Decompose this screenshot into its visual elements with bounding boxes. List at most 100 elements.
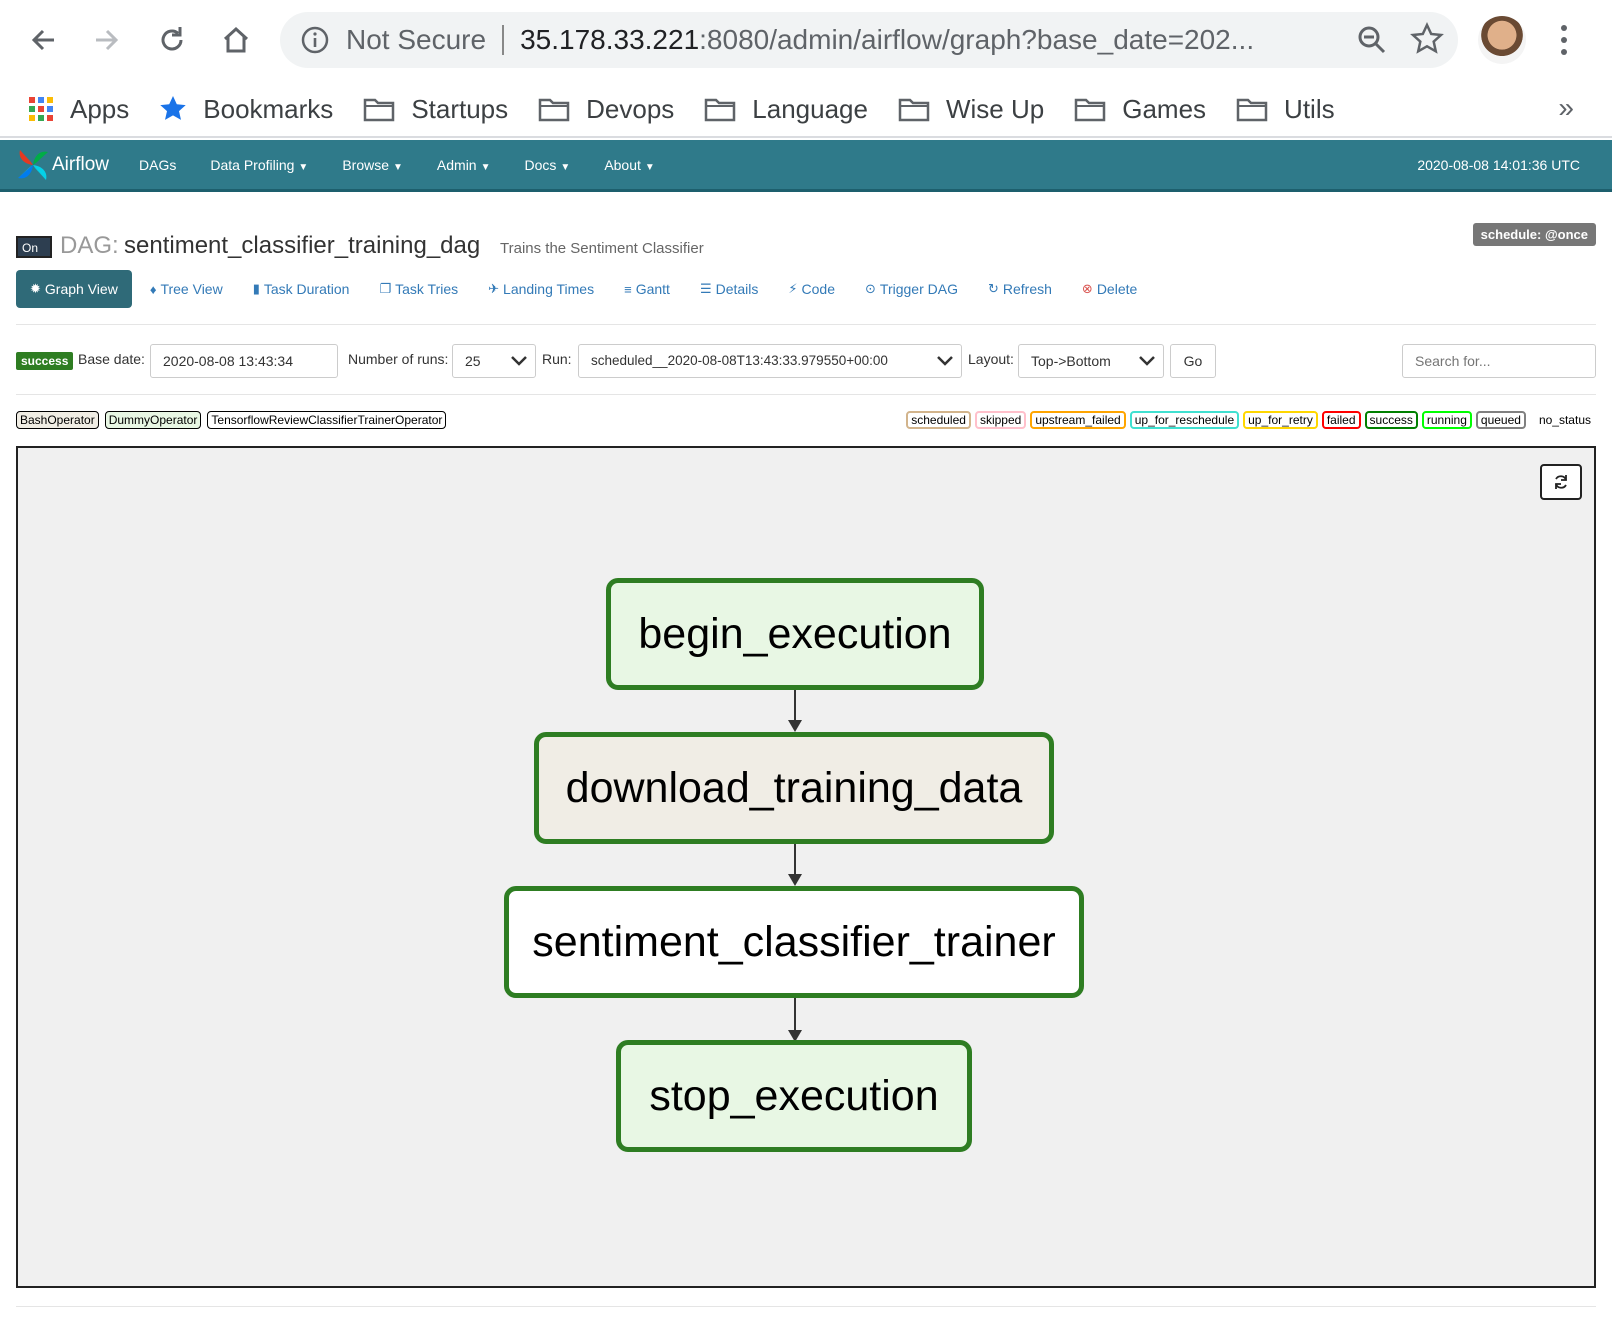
- tab-refresh[interactable]: ↻ Refresh: [988, 281, 1052, 297]
- tab-task-tries[interactable]: ❐ Task Tries: [379, 281, 458, 297]
- menu-admin[interactable]: Admin ▼: [437, 157, 491, 173]
- play-circle-icon: ⊙: [865, 281, 876, 296]
- flash-icon: ⚡: [788, 281, 798, 296]
- legend-state-queued[interactable]: queued: [1475, 411, 1526, 429]
- dag-graph-canvas[interactable]: begin_execution download_training_data s…: [16, 446, 1596, 1288]
- tab-landing-times[interactable]: ✈ Landing Times: [488, 281, 594, 297]
- legend-state-skipped[interactable]: skipped: [974, 411, 1027, 429]
- legend-state-failed[interactable]: failed: [1321, 411, 1361, 429]
- num-runs-select[interactable]: 25: [452, 344, 536, 378]
- menu-label: About: [604, 156, 641, 173]
- menu-label: Admin: [436, 156, 477, 173]
- bookmark-apps[interactable]: Apps: [28, 94, 129, 125]
- base-date-input[interactable]: 2020-08-08 13:43:34: [150, 344, 338, 378]
- apps-grid-icon: [29, 97, 53, 121]
- address-bar[interactable]: Not Secure 35.178.33.221 :8080/admin/air…: [280, 12, 1458, 68]
- folder-icon: [538, 98, 570, 122]
- graph-filter-form: success Base date: 2020-08-08 13:43:34 N…: [16, 344, 1596, 380]
- bookmark-star-icon[interactable]: [1410, 22, 1444, 56]
- kebab-menu-icon[interactable]: [1554, 20, 1574, 60]
- bookmark-label: Wise Up: [945, 93, 1045, 124]
- tab-label: Tree View: [160, 281, 223, 297]
- duplicate-icon: ❐: [379, 281, 392, 296]
- menu-label: Data Profiling: [210, 156, 295, 173]
- menu-label: DAGs: [139, 156, 177, 173]
- tab-delete[interactable]: ⊗ Delete: [1082, 281, 1137, 297]
- legend-state-up-for-retry[interactable]: up_for_retry: [1243, 411, 1318, 429]
- chevron-down-icon: ▼: [644, 161, 655, 173]
- brand-label: Airflow: [52, 153, 110, 175]
- menu-dags[interactable]: DAGs: [139, 157, 176, 173]
- state-legend: scheduled skipped upstream_failed up_for…: [902, 411, 1596, 429]
- security-label: Not Secure: [346, 24, 487, 55]
- menu-browse[interactable]: Browse ▼: [342, 157, 403, 173]
- tab-code[interactable]: ⚡ Code: [788, 281, 835, 297]
- bookmark-folder-wise-up[interactable]: Wise Up: [898, 94, 1044, 125]
- legend-state-running[interactable]: running: [1421, 411, 1472, 429]
- bar-chart-icon: ▮: [252, 281, 260, 296]
- profile-avatar[interactable]: [1478, 16, 1526, 64]
- folder-icon: [1074, 98, 1106, 122]
- menu-label: Browse: [342, 156, 389, 173]
- home-button[interactable]: [214, 18, 258, 62]
- list-icon: ☰: [699, 281, 712, 296]
- airflow-logo[interactable]: Airflow: [16, 148, 109, 182]
- legend-state-no-status[interactable]: no_status: [1534, 411, 1596, 429]
- dag-pause-toggle[interactable]: On: [16, 236, 52, 258]
- task-node-download-training-data[interactable]: download_training_data: [534, 732, 1054, 844]
- reload-button[interactable]: [150, 18, 194, 62]
- menu-about[interactable]: About ▼: [604, 157, 655, 173]
- task-node-sentiment-classifier-trainer[interactable]: sentiment_classifier_trainer: [504, 886, 1084, 998]
- bookmark-folder-startups[interactable]: Startups: [363, 94, 508, 125]
- menu-docs[interactable]: Docs ▼: [525, 157, 571, 173]
- back-button[interactable]: [22, 18, 66, 62]
- arrow-right-icon: [96, 29, 119, 51]
- graph-refresh-button[interactable]: [1540, 464, 1582, 500]
- dependency-edge: [788, 844, 802, 886]
- bookmarks-bar: Apps Bookmarks Startups Devops Language …: [0, 82, 1612, 138]
- tab-label: Landing Times: [503, 281, 595, 297]
- tab-gantt[interactable]: ≡ Gantt: [624, 281, 670, 297]
- more-bookmarks-button[interactable]: »: [1558, 92, 1574, 124]
- layout-value: Top->Bottom: [1031, 353, 1111, 369]
- bookmark-folder-utils[interactable]: Utils: [1236, 94, 1335, 125]
- tab-trigger-dag[interactable]: ⊙ Trigger DAG: [865, 281, 958, 297]
- tree-icon: ♦: [149, 281, 157, 297]
- base-date-label: Base date:: [78, 351, 145, 367]
- tab-details[interactable]: ☰ Details: [700, 281, 758, 297]
- task-search-input[interactable]: [1402, 344, 1596, 378]
- num-runs-value: 25: [465, 353, 481, 369]
- task-node-begin-execution[interactable]: begin_execution: [606, 578, 984, 690]
- run-value: scheduled__2020-08-08T13:43:33.979550+00…: [591, 353, 888, 368]
- run-select[interactable]: scheduled__2020-08-08T13:43:33.979550+00…: [578, 344, 962, 378]
- dag-view-tabs: ✹ Graph View ♦ Tree View ▮ Task Duration ❐ T…: [16, 270, 1167, 308]
- zoom-out-icon[interactable]: [1356, 24, 1388, 56]
- forward-button[interactable]: [84, 18, 128, 62]
- dependency-edge: [788, 690, 802, 732]
- tab-task-duration[interactable]: ▮ Task Duration: [253, 281, 350, 297]
- dag-prefix: DAG:: [60, 232, 119, 259]
- tab-label: Refresh: [1002, 281, 1052, 297]
- star-icon: [160, 96, 186, 120]
- bookmark-folder-devops[interactable]: Devops: [538, 94, 674, 125]
- legend-state-up-for-reschedule[interactable]: up_for_reschedule: [1129, 411, 1240, 429]
- folder-icon: [364, 98, 395, 122]
- layout-select[interactable]: Top->Bottom: [1018, 344, 1164, 378]
- tab-label: Task Tries: [395, 281, 459, 297]
- legend-state-upstream-failed[interactable]: upstream_failed: [1030, 411, 1126, 429]
- go-button[interactable]: Go: [1170, 344, 1216, 378]
- tab-graph-view[interactable]: ✹ Graph View: [16, 270, 132, 308]
- url-separator: [502, 25, 505, 55]
- legend-state-scheduled[interactable]: scheduled: [906, 411, 971, 429]
- info-icon[interactable]: [300, 25, 330, 55]
- legend-state-success[interactable]: success: [1364, 411, 1418, 429]
- task-node-label: download_training_data: [565, 763, 1023, 812]
- bookmark-folder-games[interactable]: Games: [1074, 94, 1206, 125]
- browser-toolbar: Not Secure 35.178.33.221 :8080/admin/air…: [0, 0, 1612, 82]
- chevron-down-icon: [1139, 356, 1155, 366]
- bookmark-folder-language[interactable]: Language: [704, 94, 868, 125]
- tab-tree-view[interactable]: ♦ Tree View: [150, 281, 223, 297]
- task-node-stop-execution[interactable]: stop_execution: [616, 1040, 972, 1152]
- menu-data-profiling[interactable]: Data Profiling ▼: [210, 157, 308, 173]
- bookmark-bookmarks[interactable]: Bookmarks: [159, 94, 333, 125]
